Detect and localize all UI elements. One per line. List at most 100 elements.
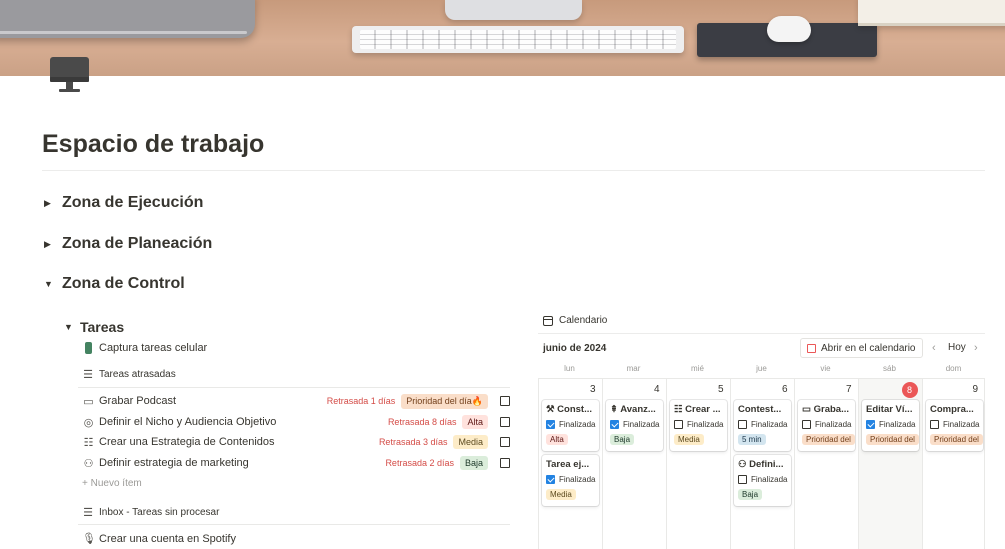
tape-icon: ▭ xyxy=(83,395,94,408)
task-checkbox[interactable] xyxy=(500,437,510,447)
calendar-card[interactable]: ☷ Crear ... Finalizada Media xyxy=(670,400,727,451)
task-name[interactable]: Definir estrategia de marketing xyxy=(99,457,385,469)
task-row[interactable]: ▭ Grabar Podcast Retrasada 1 días Priori… xyxy=(82,392,510,410)
day-number: 7 xyxy=(845,384,852,395)
card-status: Finalizada xyxy=(751,420,788,429)
calendar-card[interactable]: Compra... Finalizada Prioridad del xyxy=(926,400,983,451)
late-label: Retrasada 2 días xyxy=(385,458,454,468)
calendar-card[interactable]: ▭ Graba... Finalizada Prioridad del xyxy=(798,400,855,451)
weekday-label: sáb xyxy=(883,364,896,373)
view-tab-overdue[interactable]: ☰ Tareas atrasadas xyxy=(82,368,176,381)
toggle-expanded-icon[interactable]: ▼ xyxy=(44,279,54,289)
toggle-collapsed-icon[interactable]: ▶ xyxy=(44,239,54,250)
card-checkbox[interactable] xyxy=(546,420,555,429)
priority-tag: Prioridad del xyxy=(866,434,919,445)
card-checkbox[interactable] xyxy=(738,475,747,484)
toggle-collapsed-icon[interactable]: ▶ xyxy=(44,198,54,209)
desktop-monitor-icon[interactable] xyxy=(49,55,90,95)
calendar-day-cell[interactable]: 9 Compra... Finalizada Prioridad del xyxy=(922,379,985,549)
cover-image xyxy=(0,0,1005,76)
day-number: 3 xyxy=(589,384,596,395)
checklist-icon: ☷ xyxy=(83,436,94,449)
toggle-zona-control[interactable]: ▼ Zona de Control xyxy=(44,275,185,293)
calendar-title: Calendario xyxy=(559,315,608,326)
calendar-day-cell[interactable]: 6 Contest... Finalizada 5 min ⚇ Defini..… xyxy=(730,379,794,549)
calendar-day-cell[interactable]: 3 ⚒ Const... Finalizada Alta Tarea ej...… xyxy=(538,379,602,549)
view-label: Tareas atrasadas xyxy=(99,369,176,380)
task-checkbox[interactable] xyxy=(500,458,510,468)
card-title: Graba... xyxy=(813,404,849,415)
calendar-day-cell[interactable]: 4 ⇞ Avanz... Finalizada Baja xyxy=(602,379,666,549)
calendar-card[interactable]: ⚇ Defini... Finalizada Baja xyxy=(734,455,791,506)
calendar-icon xyxy=(543,315,553,326)
divider xyxy=(78,524,510,525)
hierarchy-icon: ⚇ xyxy=(738,459,750,470)
list-icon: ☰ xyxy=(83,369,93,381)
capture-tasks-label: Captura tareas celular xyxy=(99,342,208,354)
toggle-expanded-icon[interactable]: ▼ xyxy=(64,322,74,332)
calendar-day-cell[interactable]: 5 ☷ Crear ... Finalizada Media xyxy=(666,379,730,549)
late-label: Retrasada 3 días xyxy=(378,437,448,447)
card-status: Finalizada xyxy=(815,420,852,429)
card-checkbox[interactable] xyxy=(866,420,875,429)
day-number: 5 xyxy=(717,384,724,395)
late-label: Retrasada 8 días xyxy=(387,417,457,427)
card-checkbox[interactable] xyxy=(930,420,939,429)
card-checkbox[interactable] xyxy=(674,420,683,429)
capture-tasks-link[interactable]: Captura tareas celular xyxy=(82,342,207,354)
task-name[interactable]: Crear una Estrategia de Contenidos xyxy=(99,436,379,448)
task-row[interactable]: ☷ Crear una Estrategia de Contenidos Ret… xyxy=(82,433,510,451)
card-status: Finalizada xyxy=(879,420,916,429)
task-row[interactable]: ⚇ Definir estrategia de marketing Retras… xyxy=(82,454,510,472)
next-month-icon[interactable]: › xyxy=(974,342,978,354)
card-status: Finalizada xyxy=(751,475,788,484)
new-item-button[interactable]: + Nuevo ítem xyxy=(82,478,142,489)
calendar-day-cell-today[interactable]: 8 Editar Ví... Finalizada Prioridad del xyxy=(858,379,922,549)
tareas-heading: Tareas xyxy=(80,319,125,335)
calendar-day-cell[interactable]: 7 ▭ Graba... Finalizada Prioridad del xyxy=(794,379,858,549)
calendar-icon xyxy=(807,343,816,353)
toggle-zona-planeacion[interactable]: ▶ Zona de Planeación xyxy=(44,235,212,253)
priority-tag: Alta xyxy=(546,434,568,445)
microphone-icon: 🎙 xyxy=(82,533,96,545)
task-name[interactable]: Grabar Podcast xyxy=(99,395,327,407)
late-label: Retrasada 1 días xyxy=(326,396,396,406)
priority-tag: Prioridad del día🔥 xyxy=(401,393,488,409)
calendar-card[interactable]: ⇞ Avanz... Finalizada Baja xyxy=(606,400,663,451)
priority-tag: Alta xyxy=(462,415,488,429)
today-button[interactable]: Hoy xyxy=(948,342,966,353)
calendar-card[interactable]: ⚒ Const... Finalizada Alta xyxy=(542,400,599,451)
toggle-zona-ejecucion[interactable]: ▶ Zona de Ejecución xyxy=(44,194,203,212)
priority-tag: Baja xyxy=(610,434,635,445)
toggle-tareas[interactable]: ▼ Tareas xyxy=(64,319,124,335)
priority-tag: Media xyxy=(453,435,488,449)
task-name[interactable]: Definir el Nicho y Audiencia Objetivo xyxy=(99,416,388,428)
card-checkbox[interactable] xyxy=(610,420,619,429)
new-item-label: Nuevo ítem xyxy=(90,478,142,489)
task-checkbox[interactable] xyxy=(500,396,510,406)
task-name[interactable]: Crear una cuenta en Spotify xyxy=(99,533,236,545)
weekday-label: lun xyxy=(564,364,575,373)
task-row[interactable]: 🎙 Crear una cuenta en Spotify xyxy=(82,532,236,546)
task-checkbox[interactable] xyxy=(500,417,510,427)
weekday-label: mié xyxy=(691,364,704,373)
cover-books xyxy=(858,0,1005,26)
card-status: Finalizada xyxy=(559,475,596,484)
calendar-view-tab[interactable]: Calendario xyxy=(543,315,607,326)
card-title: Const... xyxy=(557,404,592,415)
day-number: 6 xyxy=(781,384,788,395)
phone-icon xyxy=(85,342,92,354)
page-title[interactable]: Espacio de trabajo xyxy=(42,130,264,159)
calendar-card[interactable]: Tarea ej... Finalizada Media xyxy=(542,455,599,506)
zone-label: Zona de Control xyxy=(62,275,185,292)
task-row[interactable]: ◎ Definir el Nicho y Audiencia Objetivo … xyxy=(82,413,510,431)
tape-icon: ▭ xyxy=(802,404,814,415)
card-checkbox[interactable] xyxy=(802,420,811,429)
card-checkbox[interactable] xyxy=(738,420,747,429)
prev-month-icon[interactable]: ‹ xyxy=(932,342,936,354)
card-checkbox[interactable] xyxy=(546,475,555,484)
view-tab-inbox[interactable]: ☰ Inbox - Tareas sin procesar xyxy=(82,506,219,519)
calendar-card[interactable]: Editar Ví... Finalizada Prioridad del xyxy=(862,400,919,451)
open-in-calendar-button[interactable]: Abrir en el calendario xyxy=(800,338,923,358)
calendar-card[interactable]: Contest... Finalizada 5 min xyxy=(734,400,791,451)
